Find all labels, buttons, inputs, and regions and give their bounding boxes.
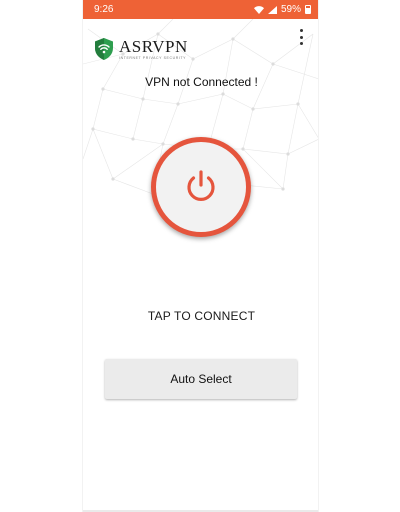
power-icon [187,170,215,201]
menu-dot [299,35,303,39]
signal-icon [267,5,277,14]
wifi-icon [253,5,264,14]
server-select-button[interactable]: Auto Select [105,359,297,399]
app-header: ASRVPN INTERNET PRIVACY SECURITY [93,37,188,61]
tap-to-connect-label: TAP TO CONNECT [147,309,256,323]
power-button[interactable] [151,137,251,237]
connection-status: VPN not Connected ! [145,75,258,89]
status-time: 9:26 [94,4,114,15]
menu-dot [299,29,303,32]
status-icons: 59% [253,4,311,15]
battery-percent: 59% [280,4,301,15]
app-tagline: INTERNET PRIVACY SECURITY [119,55,187,60]
battery-icon [305,5,311,14]
more-vert-icon[interactable] [294,27,308,47]
app-screen: 9:26 59% ASRVPN INTERNET PRIVACY SECURIT… [82,0,319,512]
app-logo: ASRVPN INTERNET PRIVACY SECURITY [119,36,188,60]
menu-dot [299,42,303,45]
shield-wifi-icon [95,38,113,60]
app-name: ASRVPN [119,36,188,56]
status-bar: 9:26 59% [83,0,318,19]
